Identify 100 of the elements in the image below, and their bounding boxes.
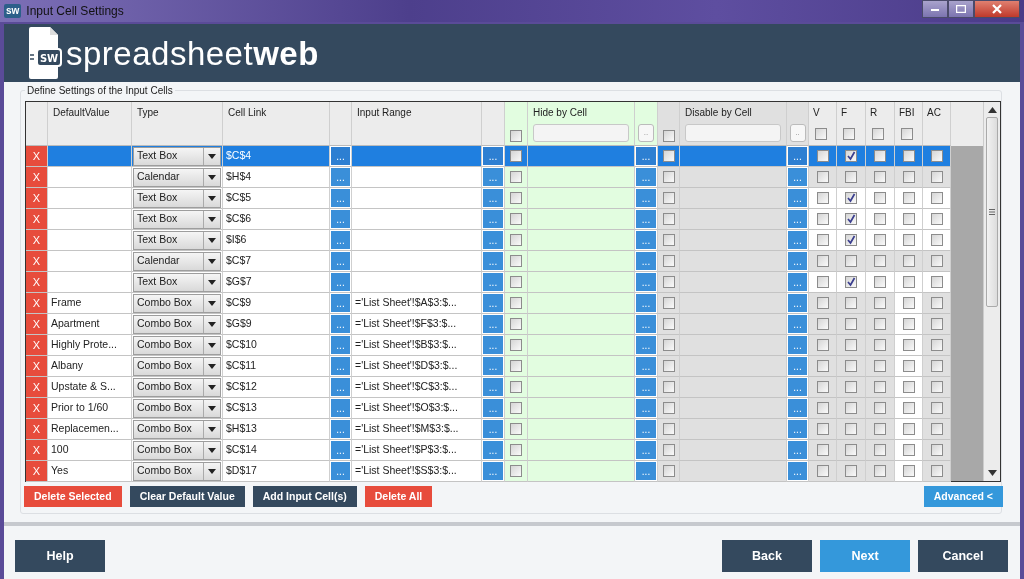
checkbox[interactable]	[930, 297, 943, 309]
type-dropdown[interactable]: Calendar	[133, 251, 221, 271]
table-cell[interactable]: $G$9	[223, 314, 330, 335]
table-cell[interactable]: $C$12	[223, 377, 330, 398]
type-dropdown[interactable]: Combo Box	[133, 461, 221, 481]
browse-button[interactable]: ...	[787, 146, 808, 166]
table-cell[interactable]	[528, 419, 635, 440]
type-dropdown[interactable]: Combo Box	[133, 335, 221, 355]
browse-button[interactable]: ...	[482, 251, 504, 271]
browse-button[interactable]: ...	[787, 398, 808, 418]
table-cell[interactable]	[680, 335, 787, 356]
delete-button[interactable]: X	[26, 146, 47, 166]
checkbox[interactable]	[902, 402, 915, 414]
delete-button[interactable]: X	[26, 293, 47, 313]
checkbox[interactable]	[930, 213, 943, 225]
scroll-thumb[interactable]	[986, 117, 998, 307]
checkbox[interactable]	[816, 339, 829, 351]
table-cell[interactable]: $H$13	[223, 419, 330, 440]
checkbox[interactable]	[845, 339, 857, 351]
browse-button[interactable]: ...	[330, 314, 351, 334]
type-dropdown[interactable]: Text Box	[133, 188, 221, 208]
checkbox[interactable]	[845, 192, 857, 204]
browse-button[interactable]: ...	[787, 209, 808, 229]
checkbox[interactable]	[662, 150, 675, 162]
checkbox[interactable]	[874, 423, 886, 435]
delete-button[interactable]: X	[26, 188, 47, 208]
checkbox[interactable]	[902, 465, 915, 477]
browse-button[interactable]: ...	[330, 293, 351, 313]
table-cell[interactable]	[680, 419, 787, 440]
checkbox[interactable]	[930, 381, 943, 393]
browse-button[interactable]: ...	[482, 314, 504, 334]
table-cell[interactable]: Apartment	[48, 314, 132, 335]
checkbox[interactable]	[930, 423, 943, 435]
checkbox[interactable]	[930, 339, 943, 351]
checkbox[interactable]	[902, 318, 915, 330]
checkbox[interactable]	[510, 318, 522, 330]
footer-button[interactable]: Help	[15, 540, 105, 572]
browse-button[interactable]: ...	[482, 377, 504, 397]
checkbox[interactable]	[816, 213, 829, 225]
table-cell[interactable]	[680, 398, 787, 419]
delete-button[interactable]: X	[26, 251, 47, 271]
browse-button[interactable]: ..	[638, 124, 654, 142]
checkbox[interactable]	[902, 276, 915, 288]
browse-button[interactable]: ...	[787, 251, 808, 271]
checkbox[interactable]	[662, 402, 675, 414]
browse-button[interactable]: ...	[482, 167, 504, 187]
table-cell[interactable]: $C$6	[223, 209, 330, 230]
table-cell[interactable]	[528, 251, 635, 272]
table-cell[interactable]	[352, 209, 482, 230]
checkbox[interactable]	[845, 255, 857, 267]
checkbox[interactable]	[816, 402, 829, 414]
browse-button[interactable]: ...	[635, 146, 657, 166]
delete-button[interactable]: X	[26, 377, 47, 397]
checkbox[interactable]	[845, 150, 857, 162]
browse-button[interactable]: ...	[787, 188, 808, 208]
checkbox[interactable]	[930, 402, 943, 414]
checkbox[interactable]	[902, 381, 915, 393]
browse-button[interactable]: ...	[482, 461, 504, 481]
checkbox[interactable]	[510, 234, 522, 246]
checkbox[interactable]	[510, 213, 522, 225]
browse-button[interactable]: ...	[482, 335, 504, 355]
browse-button[interactable]: ..	[789, 124, 806, 142]
checkbox[interactable]	[874, 213, 886, 225]
close-button[interactable]	[974, 0, 1020, 18]
table-cell[interactable]	[528, 356, 635, 377]
checkbox[interactable]	[816, 234, 829, 246]
table-cell[interactable]: ='List Sheet'!$P$3:$...	[352, 440, 482, 461]
checkbox[interactable]	[662, 255, 675, 267]
checkbox[interactable]	[930, 171, 943, 183]
table-cell[interactable]: ='List Sheet'!$C$3:$...	[352, 377, 482, 398]
checkbox[interactable]	[902, 339, 915, 351]
checkbox[interactable]	[662, 213, 675, 225]
table-cell[interactable]	[528, 293, 635, 314]
browse-button[interactable]: ...	[635, 167, 657, 187]
table-cell[interactable]	[48, 251, 132, 272]
table-cell[interactable]: $C$5	[223, 188, 330, 209]
browse-button[interactable]: ...	[635, 251, 657, 271]
checkbox[interactable]	[845, 423, 857, 435]
browse-button[interactable]: ...	[482, 440, 504, 460]
action-button[interactable]: Delete All	[364, 486, 433, 507]
browse-button[interactable]: ...	[330, 146, 351, 166]
browse-button[interactable]: ...	[482, 419, 504, 439]
checkbox[interactable]	[874, 381, 886, 393]
checkbox[interactable]	[930, 150, 943, 162]
checkbox[interactable]	[816, 150, 829, 162]
browse-button[interactable]: ...	[787, 167, 808, 187]
table-cell[interactable]	[680, 440, 787, 461]
table-cell[interactable]: Upstate & S...	[48, 377, 132, 398]
checkbox[interactable]	[843, 128, 855, 140]
table-cell[interactable]	[528, 377, 635, 398]
table-cell[interactable]: $D$17	[223, 461, 330, 482]
checkbox[interactable]	[662, 465, 675, 477]
checkbox[interactable]	[816, 171, 829, 183]
browse-button[interactable]: ...	[787, 314, 808, 334]
browse-button[interactable]: ...	[635, 293, 657, 313]
delete-button[interactable]: X	[26, 419, 47, 439]
delete-button[interactable]: X	[26, 398, 47, 418]
type-dropdown[interactable]: Combo Box	[133, 293, 221, 313]
delete-button[interactable]: X	[26, 272, 47, 292]
browse-button[interactable]: ...	[330, 230, 351, 250]
